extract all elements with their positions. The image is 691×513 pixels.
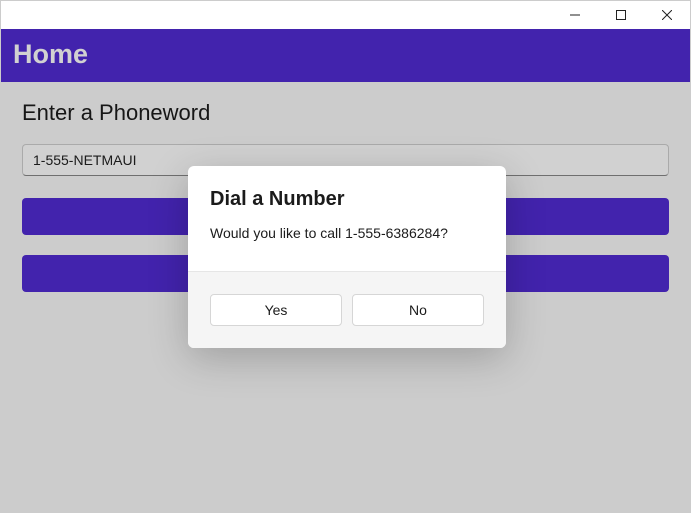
dialog-message: Would you like to call 1-555-6386284?	[210, 225, 484, 241]
dialog-footer: Yes No	[188, 271, 506, 348]
minimize-button[interactable]	[552, 1, 598, 29]
no-button[interactable]: No	[352, 294, 484, 326]
maximize-button[interactable]	[598, 1, 644, 29]
close-button[interactable]	[644, 1, 690, 29]
dial-dialog: Dial a Number Would you like to call 1-5…	[188, 166, 506, 348]
yes-button[interactable]: Yes	[210, 294, 342, 326]
window-titlebar	[1, 1, 690, 29]
dialog-body: Dial a Number Would you like to call 1-5…	[188, 166, 506, 271]
dialog-title: Dial a Number	[210, 188, 484, 211]
